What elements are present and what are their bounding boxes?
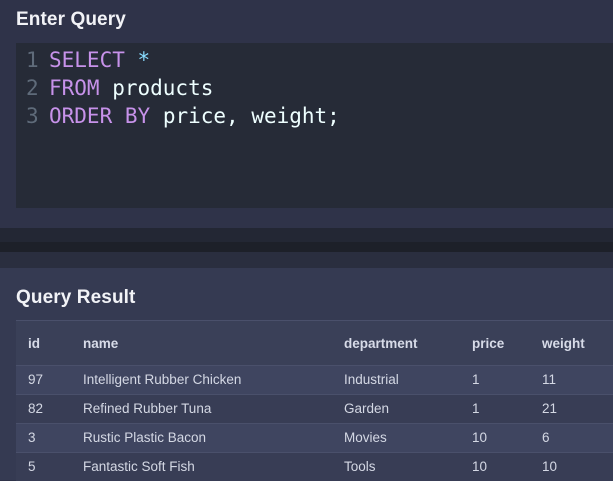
query-result-heading: Query Result bbox=[16, 287, 136, 308]
sql-identifier: products bbox=[99, 76, 214, 100]
line-number: 1 bbox=[26, 48, 39, 72]
column-header-weight[interactable]: weight bbox=[542, 321, 585, 366]
column-header-id[interactable]: id bbox=[28, 321, 40, 366]
cell-name: Intelligent Rubber Chicken bbox=[83, 372, 242, 387]
panel-divider-lower bbox=[0, 252, 613, 268]
sql-keyword: ORDER bbox=[49, 104, 113, 128]
sql-keyword: SELECT bbox=[49, 48, 125, 72]
sql-identifier bbox=[112, 104, 125, 128]
sql-keyword: FROM bbox=[49, 76, 100, 100]
code-text: SELECT * bbox=[49, 46, 150, 74]
cell-department: Garden bbox=[344, 401, 390, 416]
table-row[interactable]: 97 Intelligent Rubber Chicken Industrial 1 1… bbox=[16, 365, 613, 394]
query-editor-panel: Enter Query 1 SELECT * 2 FROM products 3 ORDE… bbox=[0, 0, 613, 228]
table-header: id name department price weight bbox=[16, 320, 613, 365]
sql-operator: * bbox=[137, 48, 151, 72]
cell-weight: 21 bbox=[542, 401, 558, 416]
table-row[interactable]: 82 Refined Rubber Tuna Garden 1 21 bbox=[16, 394, 613, 423]
line-number: 3 bbox=[26, 104, 39, 128]
column-header-name[interactable]: name bbox=[83, 321, 118, 366]
resize-handle[interactable] bbox=[0, 242, 613, 252]
cell-name: Fantastic Soft Fish bbox=[83, 459, 195, 474]
cell-department: Tools bbox=[344, 459, 376, 474]
cell-weight: 6 bbox=[542, 430, 550, 445]
cell-weight: 10 bbox=[542, 459, 558, 474]
cell-id: 3 bbox=[28, 430, 36, 445]
cell-name: Rustic Plastic Bacon bbox=[83, 430, 207, 445]
cell-department: Industrial bbox=[344, 372, 399, 387]
table-row[interactable]: 3 Rustic Plastic Bacon Movies 10 6 bbox=[16, 423, 613, 452]
line-number: 2 bbox=[26, 76, 39, 100]
sql-keyword: BY bbox=[124, 104, 151, 128]
cell-price: 10 bbox=[472, 430, 488, 445]
sql-editor[interactable]: 1 SELECT * 2 FROM products 3 ORDER BY price, … bbox=[16, 43, 613, 208]
sql-identifier: price, weight; bbox=[150, 104, 340, 128]
cell-id: 82 bbox=[28, 401, 44, 416]
cell-price: 1 bbox=[472, 401, 480, 416]
cell-price: 1 bbox=[472, 372, 480, 387]
cell-weight: 11 bbox=[542, 372, 557, 387]
column-header-price[interactable]: price bbox=[472, 321, 504, 366]
code-text: FROM products bbox=[49, 74, 213, 102]
cell-price: 10 bbox=[472, 459, 488, 474]
panel-divider bbox=[0, 228, 613, 242]
enter-query-heading: Enter Query bbox=[16, 9, 126, 30]
code-text: ORDER BY price, weight; bbox=[49, 102, 340, 130]
table-row[interactable]: 5 Fantastic Soft Fish Tools 10 10 bbox=[16, 452, 613, 481]
column-header-department[interactable]: department bbox=[344, 321, 418, 366]
cell-name: Refined Rubber Tuna bbox=[83, 401, 212, 416]
cell-id: 97 bbox=[28, 372, 44, 387]
cell-department: Movies bbox=[344, 430, 387, 445]
cell-id: 5 bbox=[28, 459, 36, 474]
sql-identifier bbox=[125, 48, 138, 72]
